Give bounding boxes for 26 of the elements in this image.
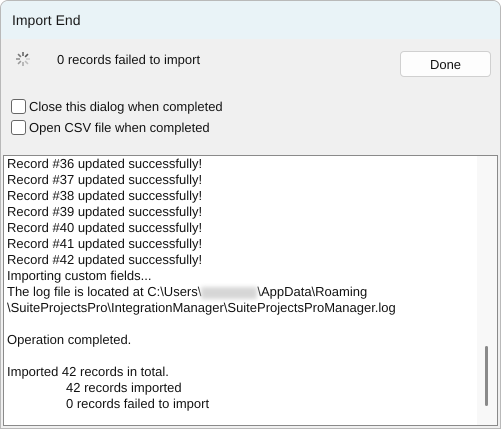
log-line: Importing custom fields... [7,268,152,284]
window-title: Import End [12,12,80,28]
log-line: 42 records imported [65,380,183,396]
log-line: \SuiteProjectsPro\IntegrationManager\SuiteProjectsProManager.log [7,300,397,316]
spinner-icon [15,51,31,67]
checkbox-label: Close this dialog when completed [29,99,223,114]
log-line: The log file is located at C:\Users\ [7,284,202,299]
redacted-blur [201,286,258,299]
log-line: Imported 42 records in total. [7,364,170,380]
log-line: Operation completed. [7,332,132,348]
log-line: \AppData\Roaming [257,284,368,299]
checkbox[interactable] [11,99,26,114]
log-line: Record #37 updated successfully! [7,172,204,188]
scrollbar-thumb[interactable] [485,346,488,406]
done-button[interactable]: Done [400,51,491,77]
scrollbar[interactable] [477,156,497,425]
log-line: Record #41 updated successfully! [7,236,204,252]
log-line: Record #39 updated successfully! [7,204,204,220]
checkbox[interactable] [11,120,26,135]
log-line: Record #36 updated successfully! [7,156,204,172]
log-line: Record #40 updated successfully! [7,220,204,236]
log-line: Record #42 updated successfully! [7,252,204,268]
log-line: 0 records failed to import [65,396,210,412]
log-line: Record #38 updated successfully! [7,188,204,204]
status-message: 0 records failed to import [57,52,202,67]
checkbox-label: Open CSV file when completed [29,120,210,135]
